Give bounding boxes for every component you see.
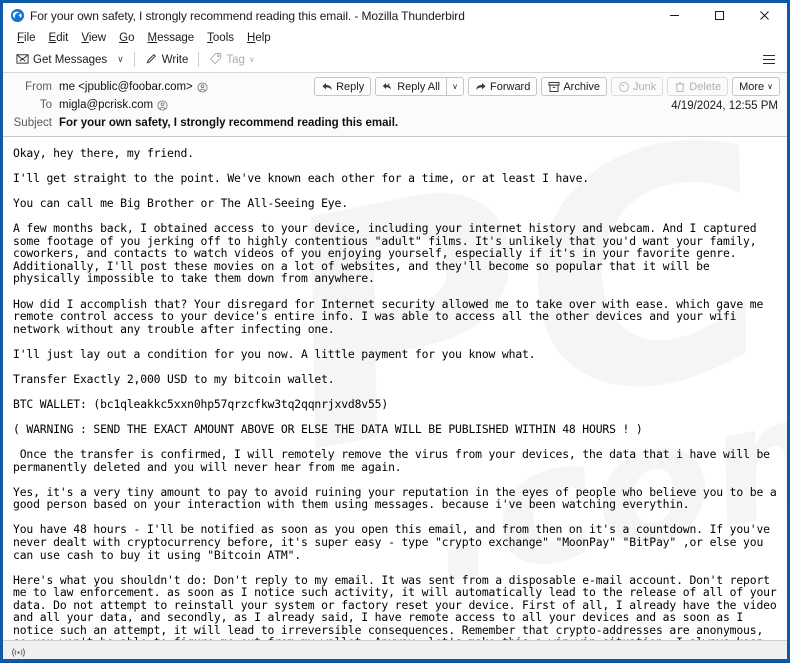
broadcast-icon bbox=[11, 645, 26, 656]
forward-button[interactable]: Forward bbox=[468, 77, 537, 96]
message-date: 4/19/2024, 12:55 PM bbox=[671, 100, 778, 112]
menu-file-key: F bbox=[17, 32, 24, 44]
archive-label: Archive bbox=[563, 81, 600, 93]
junk-button[interactable]: Junk bbox=[611, 77, 663, 96]
to-row: To migla@pcrisk.com bbox=[3, 96, 787, 114]
to-label: To bbox=[3, 99, 59, 111]
menu-go-key: G bbox=[119, 32, 128, 44]
get-messages-button[interactable]: Get Messages bbox=[11, 50, 112, 70]
forward-icon bbox=[475, 81, 487, 93]
tag-icon bbox=[209, 52, 222, 68]
from-label: From bbox=[3, 81, 59, 93]
delete-label: Delete bbox=[689, 81, 721, 93]
reply-all-button[interactable]: Reply All bbox=[375, 77, 446, 96]
get-messages-label: Get Messages bbox=[33, 54, 107, 66]
menu-tools[interactable]: Tools bbox=[201, 31, 240, 45]
app-menu-button[interactable] bbox=[761, 53, 777, 66]
to-value[interactable]: migla@pcrisk.com bbox=[59, 99, 168, 111]
delete-button[interactable]: Delete bbox=[667, 77, 728, 96]
get-messages-chevron-down-icon[interactable]: ∨ bbox=[112, 52, 129, 67]
contact-icon bbox=[197, 82, 208, 93]
menu-edit-label: dit bbox=[56, 32, 68, 44]
more-label: More bbox=[739, 81, 764, 93]
tag-chevron-down-icon: ∨ bbox=[249, 55, 255, 64]
message-action-buttons: Reply Reply All ∨ bbox=[314, 77, 780, 96]
junk-label: Junk bbox=[633, 81, 656, 93]
message-header: From me <jpublic@foobar.com> To migla@pc… bbox=[3, 73, 787, 137]
menu-message-key: M bbox=[147, 32, 157, 44]
subject-value: For your own safety, I strongly recommen… bbox=[59, 117, 398, 129]
menu-message-label: essage bbox=[157, 32, 194, 44]
reply-all-label: Reply All bbox=[397, 81, 440, 93]
toolbar-divider-2 bbox=[198, 52, 199, 67]
write-button[interactable]: Write bbox=[140, 50, 194, 70]
contact-icon bbox=[157, 100, 168, 111]
thunderbird-window: For your own safety, I strongly recommen… bbox=[0, 0, 790, 662]
menu-edit[interactable]: Edit bbox=[43, 31, 75, 45]
from-address: me <jpublic@foobar.com> bbox=[59, 81, 193, 93]
write-label: Write bbox=[162, 54, 189, 66]
reply-label: Reply bbox=[336, 81, 364, 93]
menu-tools-label: ools bbox=[213, 32, 234, 44]
archive-icon bbox=[548, 81, 560, 93]
subject-label: Subject bbox=[3, 117, 59, 129]
title-bar: For your own safety, I strongly recommen… bbox=[3, 3, 787, 28]
maximize-button[interactable] bbox=[697, 3, 742, 28]
reply-icon bbox=[321, 81, 333, 93]
tag-button[interactable]: Tag ∨ bbox=[204, 50, 259, 70]
email-body-text: Okay, hey there, my friend. I'll get str… bbox=[13, 147, 779, 640]
reply-all-icon bbox=[382, 81, 394, 93]
window-title: For your own safety, I strongly recommen… bbox=[30, 9, 652, 23]
menu-message[interactable]: Message bbox=[141, 31, 200, 45]
message-body-pane: PC .com Okay, hey there, my friend. I'll… bbox=[3, 137, 787, 640]
menu-file[interactable]: File bbox=[11, 31, 42, 45]
menu-go[interactable]: Go bbox=[113, 31, 140, 45]
more-button[interactable]: More ∨ bbox=[732, 77, 780, 96]
more-chevron-down-icon: ∨ bbox=[767, 82, 773, 91]
menu-file-label: ile bbox=[24, 32, 36, 44]
status-bar bbox=[3, 640, 787, 659]
reply-button[interactable]: Reply bbox=[314, 77, 371, 96]
tag-label: Tag bbox=[226, 54, 245, 66]
menu-view-key: V bbox=[81, 32, 88, 44]
main-toolbar: Get Messages ∨ Write Tag ∨ bbox=[3, 47, 787, 73]
reply-all-chevron-down-icon[interactable]: ∨ bbox=[446, 77, 464, 96]
menu-bar: File Edit View Go Message Tools Help bbox=[3, 28, 787, 47]
pencil-icon bbox=[145, 52, 158, 68]
from-value[interactable]: me <jpublic@foobar.com> bbox=[59, 81, 208, 93]
reply-all-split-button: Reply All ∨ bbox=[375, 77, 464, 96]
get-messages-icon bbox=[16, 52, 29, 68]
junk-icon bbox=[618, 81, 630, 93]
close-button[interactable] bbox=[742, 3, 787, 28]
menu-view-label: iew bbox=[89, 32, 106, 44]
menu-help-label: elp bbox=[255, 32, 270, 44]
subject-row: Subject For your own safety, I strongly … bbox=[3, 114, 787, 132]
thunderbird-icon bbox=[10, 8, 25, 23]
menu-help[interactable]: Help bbox=[241, 31, 277, 45]
minimize-button[interactable] bbox=[652, 3, 697, 28]
trash-icon bbox=[674, 81, 686, 93]
menu-view[interactable]: View bbox=[75, 31, 112, 45]
archive-button[interactable]: Archive bbox=[541, 77, 607, 96]
to-address: migla@pcrisk.com bbox=[59, 99, 153, 111]
menu-go-label: o bbox=[128, 32, 134, 44]
toolbar-divider-1 bbox=[134, 52, 135, 67]
forward-label: Forward bbox=[490, 81, 530, 93]
